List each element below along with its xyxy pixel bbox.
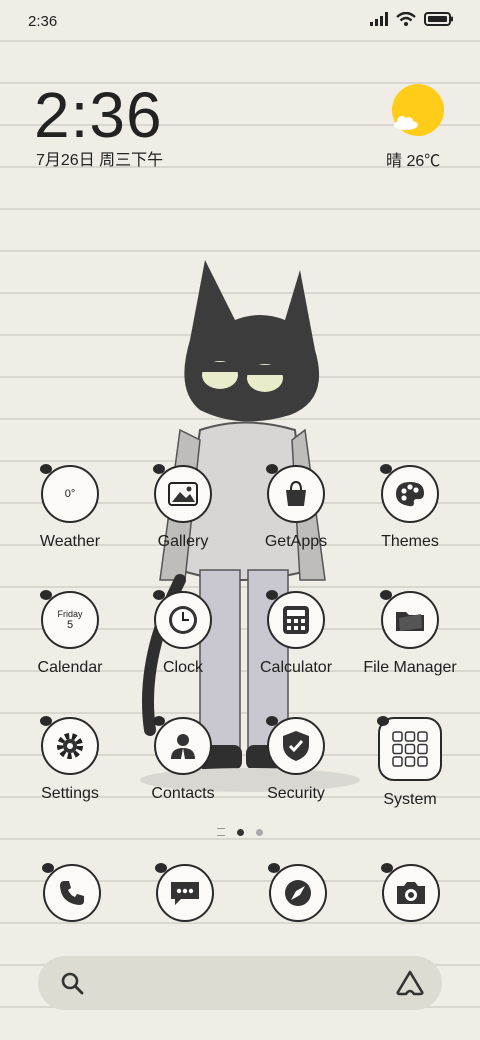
app-calculator[interactable]: Calculator <box>236 590 356 677</box>
app-label: System <box>383 791 437 808</box>
page-dot-active[interactable] <box>237 828 244 836</box>
app-system[interactable]: System <box>350 716 470 809</box>
calculator-icon <box>266 590 325 649</box>
palette-icon <box>380 464 439 523</box>
phone-icon[interactable] <box>42 863 101 922</box>
app-label: Calendar <box>37 659 103 676</box>
app-getapps[interactable]: GetApps <box>236 464 356 551</box>
weather-text[interactable]: 晴 26℃ <box>386 147 440 171</box>
app-label: Themes <box>381 533 439 550</box>
gallery-icon <box>153 464 212 523</box>
folder-icon <box>380 590 439 649</box>
calendar-icon-date: 5 <box>66 619 74 631</box>
app-calendar[interactable]: Friday 5 Calendar <box>10 590 130 677</box>
app-grid-icon <box>377 716 442 781</box>
calendar-icon-day: Friday <box>57 609 83 619</box>
app-gallery[interactable]: Gallery <box>123 464 243 551</box>
page-dot[interactable] <box>256 828 263 836</box>
page-indicator[interactable] <box>0 828 480 836</box>
app-security[interactable]: Security <box>236 716 356 803</box>
compass-icon[interactable] <box>268 863 327 922</box>
status-bar: 2:36 <box>0 0 480 44</box>
shield-icon <box>266 716 325 775</box>
widget-time[interactable]: 2:36 <box>34 78 163 152</box>
app-label: Weather <box>39 533 101 550</box>
app-label: Calculator <box>259 659 333 676</box>
clock-icon <box>153 590 212 649</box>
app-file-manager[interactable]: File Manager <box>350 590 470 677</box>
message-icon[interactable] <box>155 863 214 922</box>
search-bar[interactable] <box>38 956 442 1010</box>
signal-icon <box>370 12 388 26</box>
calendar-icon: Friday 5 <box>40 590 99 649</box>
app-label: Gallery <box>157 533 209 550</box>
shopping-bag-icon <box>266 464 325 523</box>
status-time: 2:36 <box>28 13 58 30</box>
widget-date: 7月26日 周三下午 <box>36 152 164 169</box>
app-contacts[interactable]: Contacts <box>123 716 243 803</box>
status-icons <box>370 12 454 26</box>
app-label: Clock <box>162 659 203 676</box>
app-clock[interactable]: Clock <box>123 590 243 677</box>
battery-icon <box>424 12 453 26</box>
cloud-icon <box>394 116 418 130</box>
person-icon <box>153 716 212 775</box>
weather-icon: 0° <box>40 464 99 523</box>
wifi-icon <box>396 12 416 26</box>
app-label: GetApps <box>264 533 328 550</box>
app-label: Settings <box>41 785 99 802</box>
assistant-icon[interactable] <box>396 970 424 996</box>
app-label: Contacts <box>151 785 215 802</box>
app-weather[interactable]: 0° Weather <box>10 464 130 551</box>
weather-icon-temp: 0° <box>64 488 76 500</box>
app-label: Security <box>267 785 325 802</box>
gear-icon <box>40 716 99 775</box>
app-settings[interactable]: Settings <box>10 716 130 803</box>
app-themes[interactable]: Themes <box>350 464 470 551</box>
camera-icon[interactable] <box>381 863 440 922</box>
search-icon[interactable] <box>60 971 84 995</box>
app-drawer-indicator[interactable] <box>217 828 225 836</box>
app-label: File Manager <box>363 659 457 676</box>
